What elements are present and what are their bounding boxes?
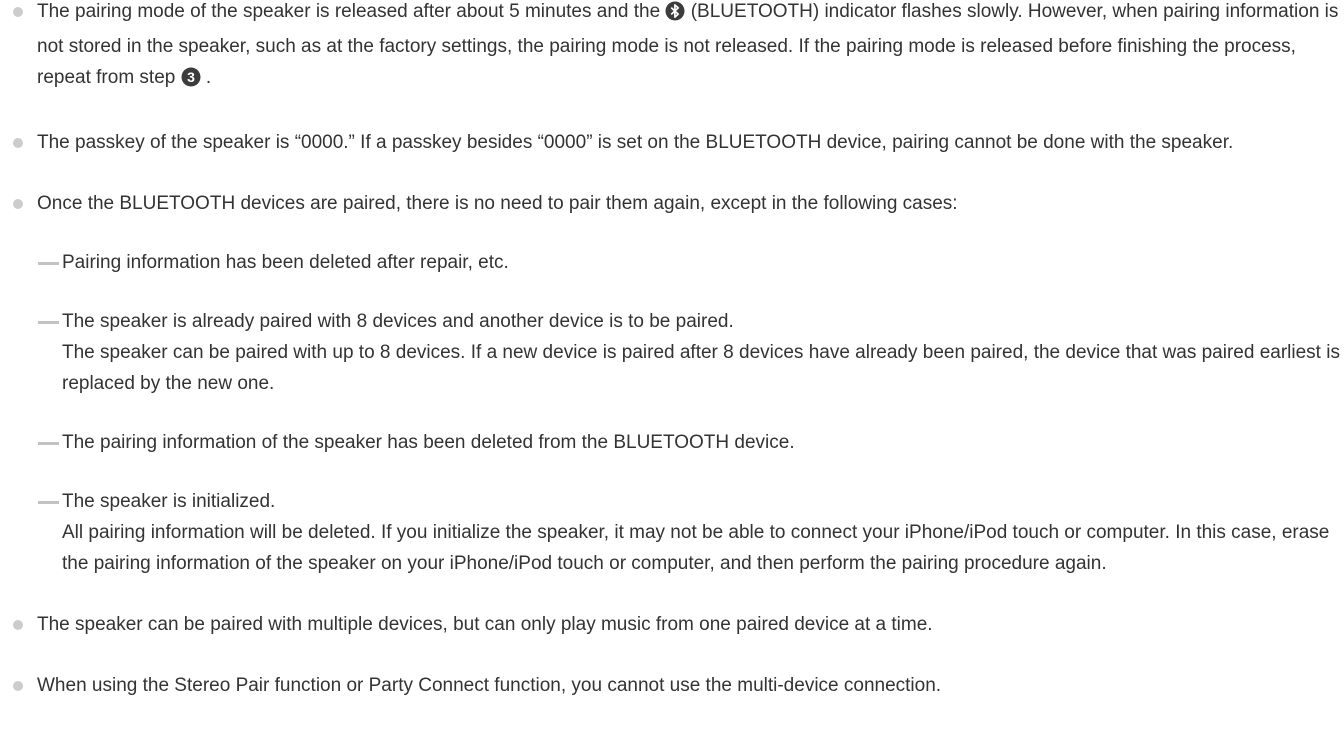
note-stereo-pair: When using the Stereo Pair function or P… xyxy=(0,670,1344,701)
bullet-dot xyxy=(13,7,23,17)
bluetooth-icon xyxy=(665,0,685,31)
case-title: The speaker is initialized. xyxy=(62,491,276,512)
dash-marker xyxy=(38,321,59,324)
step-number-icon: 3 xyxy=(181,66,201,97)
note-multiple-devices: The speaker can be paired with multiple … xyxy=(0,609,1344,640)
note-passkey: The passkey of the speaker is “0000.” If… xyxy=(0,127,1344,158)
dash-marker xyxy=(38,501,59,504)
step-number-label: 3 xyxy=(187,69,195,85)
case-item-eight-devices: The speaker is already paired with 8 dev… xyxy=(0,306,1344,399)
case-title: The speaker is already paired with 8 dev… xyxy=(62,311,734,332)
dash-marker xyxy=(38,262,59,265)
bullet-dot xyxy=(13,620,23,630)
case-title: Pairing information has been deleted aft… xyxy=(62,252,509,273)
dash-marker xyxy=(38,442,59,445)
note-text: The speaker can be paired with multiple … xyxy=(37,614,933,635)
note-text: Once the BLUETOOTH devices are paired, t… xyxy=(37,193,958,214)
note-text: . xyxy=(200,67,212,88)
case-item-deleted-from-device: The pairing information of the speaker h… xyxy=(0,427,1344,458)
case-detail: The speaker can be paired with up to 8 d… xyxy=(62,342,1340,394)
bullet-dot xyxy=(13,681,23,691)
repairing-cases-list: Pairing information has been deleted aft… xyxy=(0,247,1344,579)
bullet-dot xyxy=(13,199,23,209)
case-title: The pairing information of the speaker h… xyxy=(62,432,795,453)
bullet-dot xyxy=(13,138,23,148)
note-text: The pairing mode of the speaker is relea… xyxy=(37,1,666,22)
note-text: The passkey of the speaker is “0000.” If… xyxy=(37,132,1234,153)
case-item-initialized: The speaker is initialized. All pairing … xyxy=(0,486,1344,579)
note-repairing-cases: Once the BLUETOOTH devices are paired, t… xyxy=(0,188,1344,219)
case-detail: All pairing information will be deleted.… xyxy=(62,522,1330,574)
case-item-repair: Pairing information has been deleted aft… xyxy=(0,247,1344,278)
note-text: When using the Stereo Pair function or P… xyxy=(37,675,942,696)
note-pairing-mode-release: The pairing mode of the speaker is relea… xyxy=(0,0,1344,97)
notes-page: The pairing mode of the speaker is relea… xyxy=(0,0,1344,701)
